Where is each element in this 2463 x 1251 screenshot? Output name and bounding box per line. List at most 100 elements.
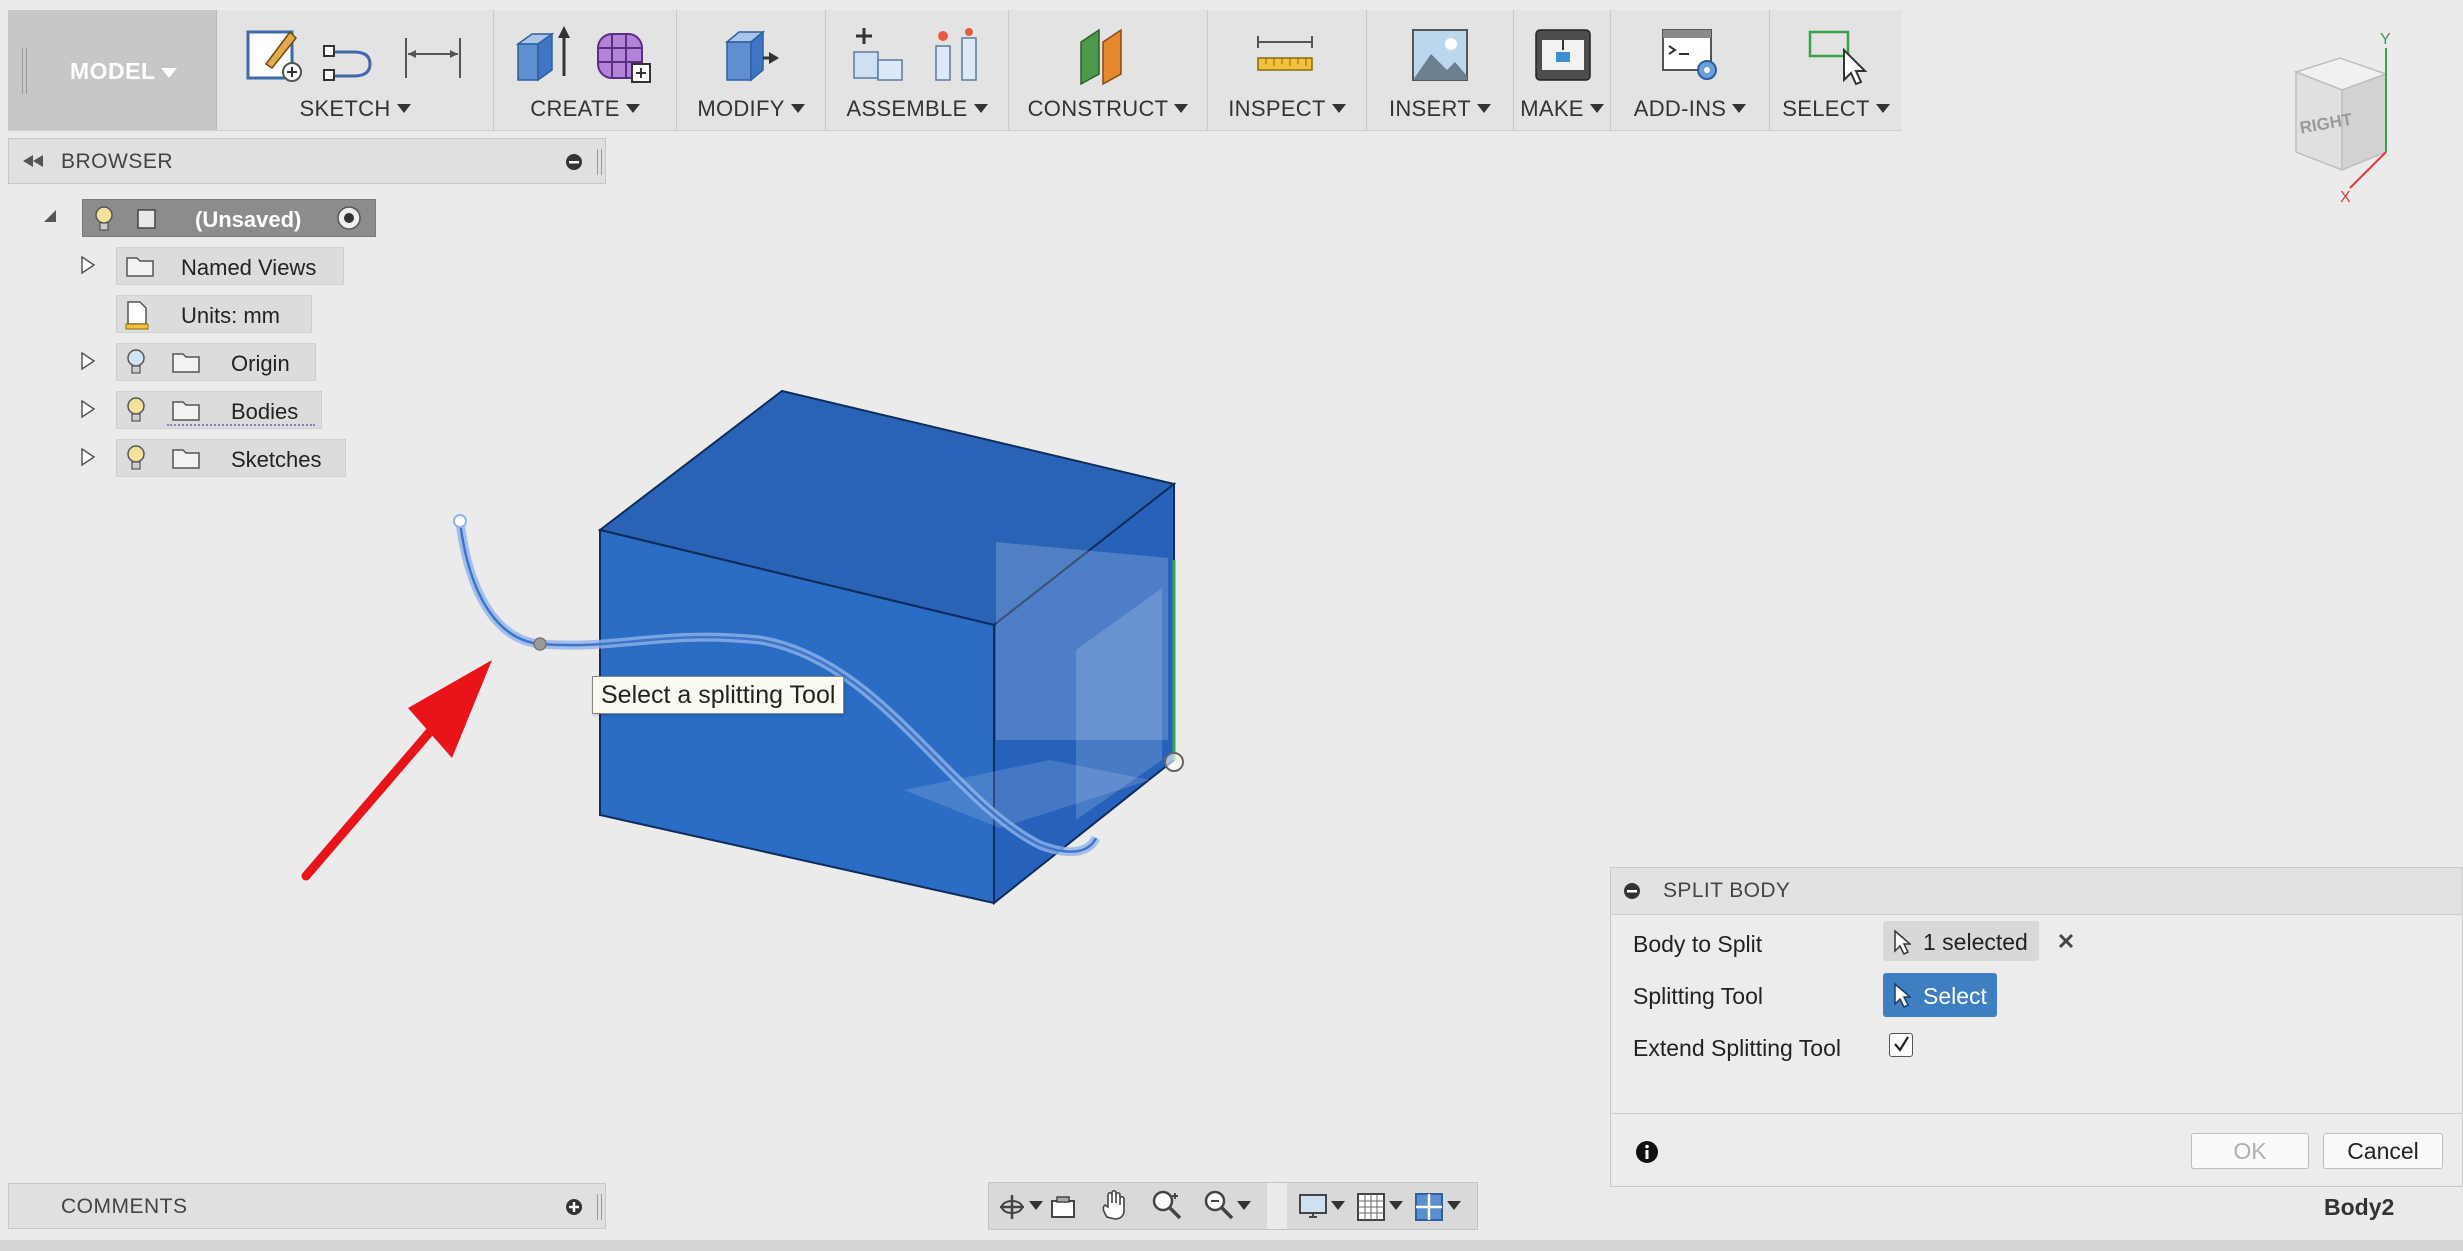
insert-menu[interactable]: INSERT (1367, 96, 1513, 122)
collapse-tree-icon[interactable] (42, 208, 58, 224)
inspect-group[interactable]: INSPECT (1208, 10, 1367, 130)
modify-group[interactable]: MODIFY (677, 10, 826, 130)
activate-radio-icon[interactable] (336, 205, 362, 231)
ok-button[interactable]: OK (2191, 1133, 2309, 1169)
grid-settings-icon[interactable] (1355, 1191, 1387, 1223)
dimension-icon[interactable] (402, 24, 464, 86)
visibility-bulb-icon[interactable] (125, 348, 147, 376)
cancel-button[interactable]: Cancel (2323, 1133, 2443, 1169)
caret-icon (1732, 104, 1747, 113)
zoom-icon[interactable] (1203, 1189, 1235, 1221)
offset-plane-icon[interactable] (1075, 24, 1137, 86)
dialog-header[interactable]: SPLIT BODY (1611, 868, 2462, 915)
add-comment-icon[interactable] (565, 1198, 583, 1216)
joint-icon[interactable] (928, 24, 990, 86)
collapse-panel-icon[interactable] (21, 153, 45, 169)
form-icon[interactable] (592, 24, 654, 86)
line-icon[interactable] (322, 24, 384, 86)
sketch-menu[interactable]: SKETCH (217, 96, 493, 122)
tree-item-named-views[interactable]: Named Views (116, 247, 344, 285)
panel-resize-grip[interactable] (597, 149, 602, 175)
sketch-label: SKETCH (299, 96, 391, 121)
look-at-icon[interactable] (1049, 1193, 1079, 1221)
splitting-tool-label: Splitting Tool (1633, 983, 1763, 1009)
tree-item-units[interactable]: Units: mm (116, 295, 312, 333)
insert-group[interactable]: INSERT (1367, 10, 1514, 130)
chevron-down-icon[interactable] (1447, 1201, 1461, 1211)
measure-icon[interactable] (1254, 24, 1316, 86)
chevron-down-icon[interactable] (1331, 1201, 1345, 1211)
construct-label: CONSTRUCT (1027, 96, 1169, 121)
modify-menu[interactable]: MODIFY (677, 96, 825, 122)
caret-icon (625, 104, 640, 113)
new-component-icon[interactable] (848, 24, 910, 86)
tree-root[interactable]: (Unsaved) (82, 199, 376, 237)
select-menu[interactable]: SELECT (1770, 96, 1902, 122)
press-pull-icon[interactable] (719, 24, 781, 86)
toolbar-grip[interactable] (22, 48, 27, 94)
3d-print-icon[interactable] (1532, 24, 1594, 86)
inspect-menu[interactable]: INSPECT (1208, 96, 1366, 122)
split-body-dialog: SPLIT BODY Body to Split 1 selected Spli… (1610, 867, 2463, 1187)
chevron-down-icon[interactable] (1237, 1201, 1251, 1211)
tree-item-label: Sketches (231, 447, 322, 472)
sketch-group[interactable]: SKETCH (217, 10, 494, 130)
construct-group[interactable]: CONSTRUCT (1009, 10, 1208, 130)
comments-panel[interactable]: COMMENTS (8, 1183, 606, 1229)
axis-x-label: X (2340, 189, 2351, 206)
addins-group[interactable]: ADD-INS (1611, 10, 1770, 130)
display-settings-icon[interactable] (1297, 1191, 1329, 1223)
chevron-down-icon[interactable] (1029, 1201, 1043, 1211)
viewports-icon[interactable] (1413, 1191, 1445, 1223)
spline-fit-point (533, 637, 547, 651)
tree-item-label: Bodies (231, 399, 299, 424)
make-group[interactable]: MAKE (1514, 10, 1611, 130)
assemble-group[interactable]: ASSEMBLE (826, 10, 1009, 130)
spline-end-point (1164, 752, 1184, 772)
browser-header[interactable]: BROWSER (8, 138, 606, 184)
panel-resize-grip[interactable] (597, 1194, 602, 1220)
expand-icon[interactable] (80, 447, 96, 467)
visibility-bulb-icon[interactable] (125, 396, 147, 424)
expand-icon[interactable] (80, 255, 96, 275)
zoom-window-icon[interactable] (1151, 1189, 1183, 1221)
info-icon[interactable] (1635, 1140, 1659, 1164)
extrude-icon[interactable] (512, 24, 574, 86)
splitting-tool-selector[interactable]: Select (1883, 973, 1997, 1017)
visibility-bulb-icon[interactable] (125, 444, 147, 472)
minimize-icon[interactable] (565, 153, 583, 171)
expand-icon[interactable] (80, 351, 96, 371)
folder-icon (172, 449, 200, 469)
tree-item-sketches[interactable]: Sketches (116, 439, 346, 477)
modify-label: MODIFY (697, 96, 785, 121)
scripts-icon[interactable] (1659, 24, 1721, 86)
box-right-face (993, 481, 1175, 906)
assemble-menu[interactable]: ASSEMBLE (826, 96, 1008, 122)
tree-item-origin[interactable]: Origin (116, 343, 316, 381)
collapse-dialog-icon[interactable] (1623, 882, 1641, 900)
pan-hand-icon[interactable] (1099, 1189, 1129, 1221)
create-sketch-icon[interactable] (242, 24, 304, 86)
create-menu[interactable]: CREATE (494, 96, 676, 122)
extend-splitting-tool-checkbox[interactable] (1889, 1033, 1913, 1057)
expand-icon[interactable] (80, 399, 96, 419)
chevron-down-icon[interactable] (1389, 1201, 1403, 1211)
addins-menu[interactable]: ADD-INS (1611, 96, 1769, 122)
view-cube[interactable]: RIGHT Y X (2270, 28, 2440, 208)
make-menu[interactable]: MAKE (1514, 96, 1610, 122)
select-icon[interactable] (1806, 24, 1868, 86)
construct-menu[interactable]: CONSTRUCT (1009, 96, 1207, 122)
visibility-bulb-icon[interactable] (93, 205, 115, 233)
insert-image-icon[interactable] (1409, 24, 1471, 86)
clear-selection-icon[interactable] (2057, 932, 2075, 950)
create-group[interactable]: CREATE (494, 10, 677, 130)
dialog-divider (1611, 1113, 2462, 1114)
tree-item-label: Origin (231, 351, 290, 376)
tree-item-bodies[interactable]: Bodies (116, 391, 322, 429)
orbit-icon[interactable] (997, 1193, 1027, 1221)
inspect-label: INSPECT (1228, 96, 1326, 121)
body-to-split-selector[interactable]: 1 selected (1883, 921, 2039, 961)
splitting-surface (996, 542, 1168, 740)
select-group[interactable]: SELECT (1770, 10, 1902, 130)
workspace-switcher[interactable]: MODEL (8, 10, 217, 130)
